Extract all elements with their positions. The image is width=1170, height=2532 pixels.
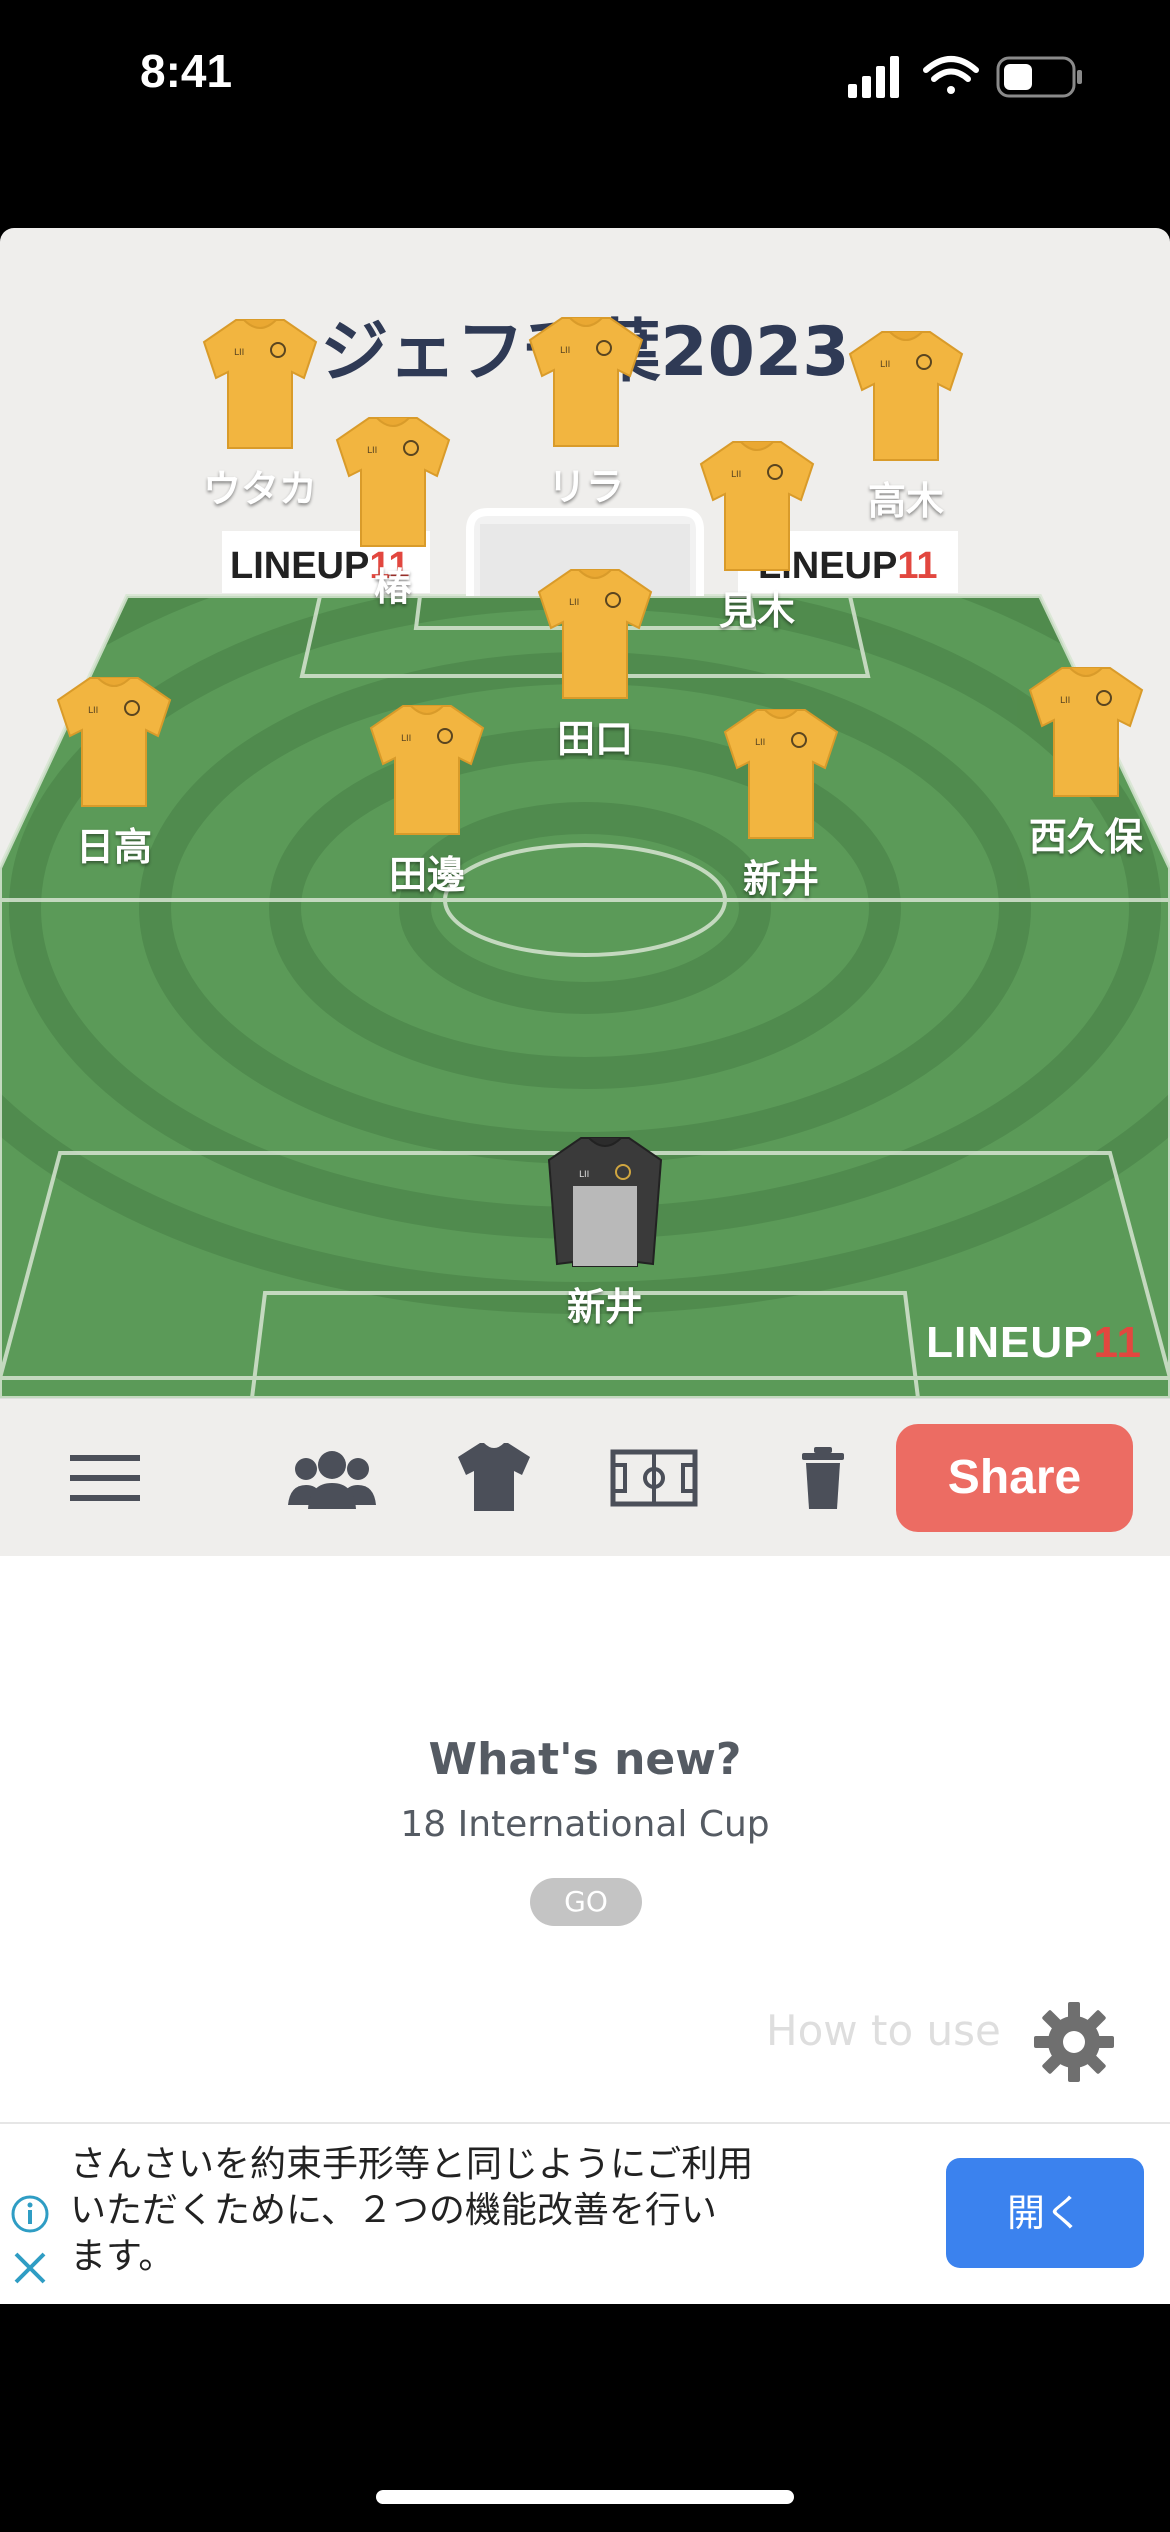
svg-text:LII: LII bbox=[234, 348, 244, 358]
whats-new-heading: What's new? bbox=[428, 1734, 742, 1785]
wifi-icon bbox=[923, 56, 979, 94]
goalkeeper-card[interactable]: LII bbox=[505, 1134, 705, 1272]
player-card[interactable]: LII 日高 bbox=[14, 674, 214, 871]
player-card[interactable]: LII 新井 bbox=[681, 706, 881, 903]
player-card[interactable]: LII 西久保 bbox=[986, 664, 1170, 861]
status-icons bbox=[848, 52, 1088, 102]
player-name: 日高 bbox=[75, 825, 152, 869]
go-button[interactable]: GO bbox=[530, 1878, 642, 1926]
toolbar: Share bbox=[0, 1398, 1170, 1557]
jersey-icon: LII bbox=[848, 331, 964, 461]
players-icon[interactable] bbox=[286, 1449, 378, 1515]
svg-text:LII: LII bbox=[569, 598, 579, 608]
menu-icon[interactable] bbox=[68, 1453, 142, 1509]
svg-text:LII: LII bbox=[731, 470, 741, 480]
goalkeeper-jersey-icon: LII bbox=[547, 1137, 663, 1267]
svg-text:LII: LII bbox=[1060, 696, 1070, 706]
ad-open-button[interactable]: 開く bbox=[946, 2158, 1144, 2268]
battery-icon bbox=[996, 56, 1082, 98]
player-name: 田邊 bbox=[388, 853, 465, 897]
shirt-icon[interactable] bbox=[456, 1441, 532, 1517]
home-indicator[interactable] bbox=[376, 2490, 794, 2504]
signal-icon bbox=[848, 56, 899, 98]
jersey-icon: LII bbox=[528, 317, 644, 447]
lineup-card: LINEUP11 LINEUP11 ジェフ千葉2023 LII ウタカ LII … bbox=[0, 228, 1170, 1398]
ad-banner[interactable]: さんさいを約束手形等と同じようにご利用 いただくために、２つの機能改善を行い ま… bbox=[0, 2122, 1170, 2304]
jersey-icon: LII bbox=[699, 441, 815, 571]
svg-text:LII: LII bbox=[401, 734, 411, 744]
gear-icon[interactable] bbox=[1032, 2000, 1116, 2088]
svg-text:LII: LII bbox=[367, 446, 377, 456]
lineup11-watermark: LINEUP11 bbox=[926, 1318, 1142, 1367]
status-time: 8:41 bbox=[140, 45, 233, 97]
player-name: 新井 bbox=[742, 857, 819, 901]
jersey-icon: LII bbox=[537, 569, 653, 699]
jersey-icon: LII bbox=[335, 417, 451, 547]
pitch-icon[interactable] bbox=[610, 1449, 698, 1511]
jersey-icon: LII bbox=[1028, 667, 1144, 797]
jersey-icon: LII bbox=[723, 709, 839, 839]
jersey-icon: LII bbox=[56, 677, 172, 807]
svg-text:LII: LII bbox=[560, 346, 570, 356]
info-icon[interactable] bbox=[10, 2194, 50, 2238]
player-name: 椿 bbox=[373, 565, 412, 609]
svg-text:LII: LII bbox=[88, 706, 98, 716]
close-icon[interactable] bbox=[10, 2248, 50, 2292]
how-to-use-link[interactable]: How to use bbox=[766, 2006, 1001, 2055]
trash-icon[interactable] bbox=[800, 1445, 846, 1515]
share-button[interactable]: Share bbox=[896, 1424, 1133, 1532]
ad-text: さんさいを約束手形等と同じようにご利用 いただくために、２つの機能改善を行い ま… bbox=[70, 2144, 754, 2277]
svg-text:LII: LII bbox=[880, 360, 890, 370]
news-subtitle: 18 International Cup bbox=[400, 1804, 770, 1845]
goalkeeper-name: 新井 bbox=[566, 1285, 643, 1329]
player-name: 西久保 bbox=[1028, 815, 1143, 859]
player-card[interactable]: LII 椿 bbox=[293, 414, 493, 611]
content-area: What's new? 18 International Cup GO How … bbox=[0, 1556, 1170, 2122]
svg-text:LII: LII bbox=[755, 738, 765, 748]
jersey-icon: LII bbox=[369, 705, 485, 835]
player-card[interactable]: LII リラ bbox=[486, 314, 686, 511]
svg-text:LII: LII bbox=[579, 1170, 589, 1180]
player-name: リラ bbox=[547, 465, 624, 509]
player-card[interactable]: LII 田邊 bbox=[327, 702, 527, 899]
